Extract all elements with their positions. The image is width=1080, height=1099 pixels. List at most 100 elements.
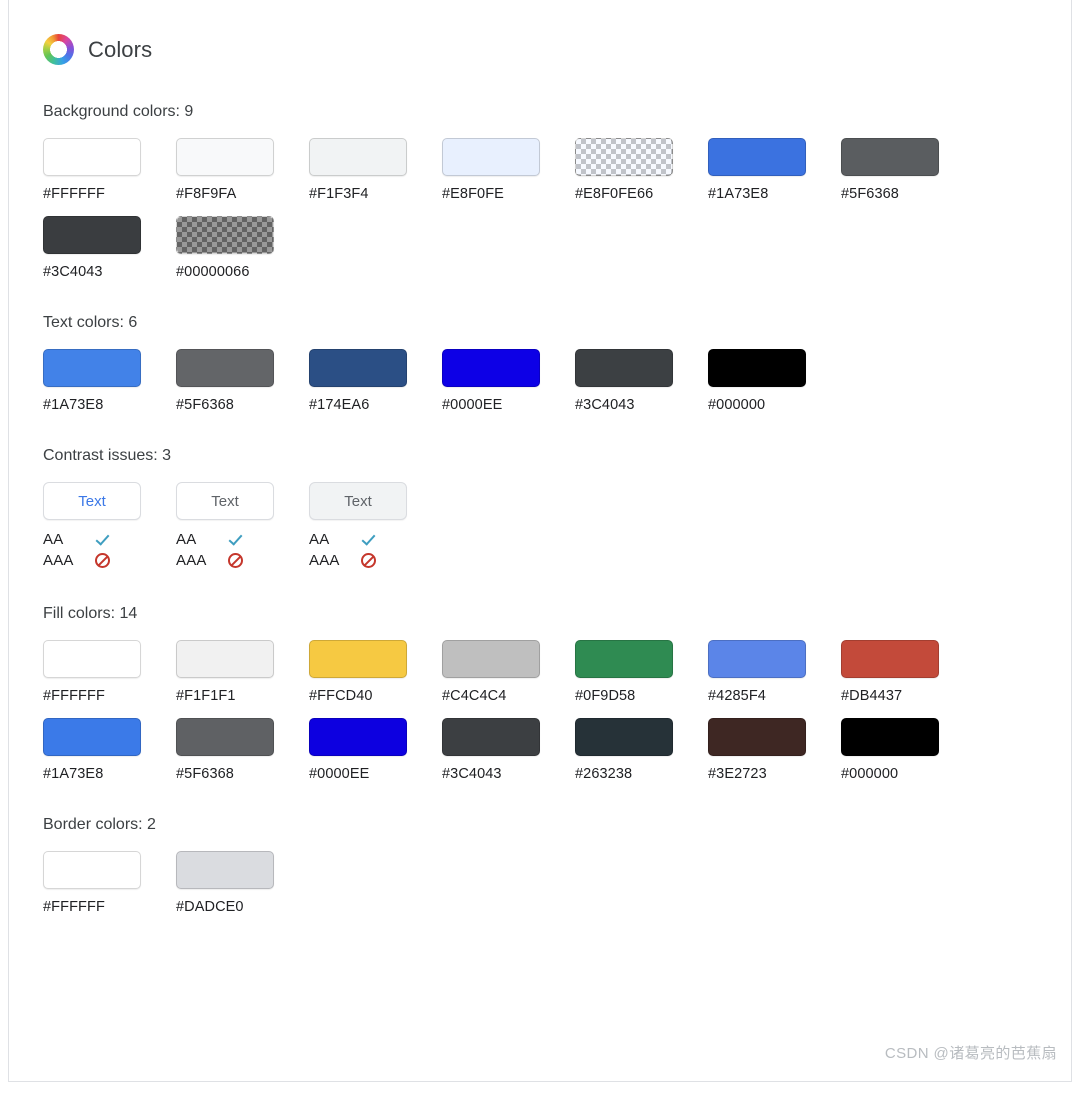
color-swatch[interactable] [708, 138, 806, 176]
swatch-cell: #1A73E8 [43, 718, 176, 782]
swatch-hex-label: #000000 [841, 766, 899, 782]
contrast-level-label: AAA [43, 552, 74, 569]
swatch-hex-label: #FFFFFF [43, 186, 105, 202]
swatch-hex-label: #E8F0FE [442, 186, 504, 202]
block-icon [228, 553, 243, 568]
swatch-cell: #F1F1F1 [176, 640, 309, 704]
color-swatch[interactable] [575, 138, 673, 176]
swatch-hex-label: #C4C4C4 [442, 688, 507, 704]
check-icon [361, 531, 378, 548]
section-title: Border colors: 2 [43, 816, 156, 833]
color-swatch[interactable] [309, 718, 407, 756]
color-swatch[interactable] [442, 349, 540, 387]
contrast-level-row: AA [43, 529, 176, 550]
swatch-hex-label: #3E2723 [708, 766, 767, 782]
swatch-hex-label: #0F9D58 [575, 688, 636, 704]
contrast-levels: AA AAA [309, 529, 442, 571]
color-swatch[interactable] [176, 718, 274, 756]
contrast-level-row: AA [309, 529, 442, 550]
swatch-grid-background: #FFFFFF #F8F9FA #F1F3F4 #E8F0FE #E8F0FE66 #1A… [43, 138, 993, 280]
color-swatch[interactable] [708, 349, 806, 387]
swatch-hex-label: #3C4043 [575, 397, 635, 413]
section-title: Text colors: 6 [43, 314, 138, 331]
swatch-cell: #0000EE [442, 349, 575, 413]
swatch-cell: #3E2723 [708, 718, 841, 782]
color-swatch[interactable] [442, 640, 540, 678]
color-swatch[interactable] [309, 640, 407, 678]
swatch-hex-label: #1A73E8 [708, 186, 769, 202]
swatch-hex-label: #DB4437 [841, 688, 903, 704]
swatch-cell: #FFCD40 [309, 640, 442, 704]
swatch-cell: #174EA6 [309, 349, 442, 413]
swatch-hex-label: #174EA6 [309, 397, 370, 413]
color-swatch[interactable] [708, 640, 806, 678]
swatch-hex-label: #3C4043 [43, 264, 103, 280]
section-contrast-issues: Contrast issues: 3 Text AA AAA Text AA AAA Tex… [43, 447, 1071, 571]
color-swatch[interactable] [43, 640, 141, 678]
color-swatch[interactable] [43, 851, 141, 889]
contrast-level-label: AA [176, 531, 197, 548]
swatch-hex-label: #FFFFFF [43, 899, 105, 915]
contrast-card[interactable]: Text AA AAA [176, 482, 309, 571]
panel-header: Colors [9, 0, 1071, 65]
swatch-hex-label: #0000EE [309, 766, 370, 782]
color-swatch[interactable] [575, 640, 673, 678]
color-swatch[interactable] [442, 718, 540, 756]
swatch-cell: #263238 [575, 718, 708, 782]
swatch-cell: #3C4043 [442, 718, 575, 782]
section-text-colors: Text colors: 6 #1A73E8 #5F6368 #174EA6 #000… [43, 314, 1071, 413]
contrast-level-label: AA [309, 531, 330, 548]
block-icon [95, 553, 110, 568]
color-swatch[interactable] [841, 640, 939, 678]
section-fill-colors: Fill colors: 14 #FFFFFF #F1F1F1 #FFCD40 #C4… [43, 605, 1071, 782]
color-swatch[interactable] [176, 216, 274, 254]
contrast-card[interactable]: Text AA AAA [43, 482, 176, 571]
swatch-cell: #FFFFFF [43, 851, 176, 915]
color-swatch[interactable] [442, 138, 540, 176]
color-swatch[interactable] [841, 718, 939, 756]
swatch-cell: #FFFFFF [43, 640, 176, 704]
swatch-hex-label: #FFCD40 [309, 688, 373, 704]
color-swatch[interactable] [309, 138, 407, 176]
color-swatch[interactable] [176, 138, 274, 176]
watermark: CSDN @诸葛亮的芭蕉扇 [884, 1045, 1057, 1062]
swatch-hex-label: #000000 [708, 397, 766, 413]
contrast-card[interactable]: Text AA AAA [309, 482, 442, 571]
color-swatch[interactable] [575, 718, 673, 756]
contrast-sample-chip: Text [43, 482, 141, 520]
check-icon [228, 531, 245, 548]
swatch-hex-label: #5F6368 [176, 766, 234, 782]
contrast-level-row: AA [176, 529, 309, 550]
contrast-level-label: AAA [176, 552, 207, 569]
swatch-cell: #E8F0FE [442, 138, 575, 202]
color-swatch[interactable] [176, 851, 274, 889]
color-swatch[interactable] [575, 349, 673, 387]
color-swatch[interactable] [43, 718, 141, 756]
swatch-cell: #000000 [841, 718, 974, 782]
color-swatch[interactable] [309, 349, 407, 387]
color-swatch[interactable] [43, 349, 141, 387]
swatch-cell: #00000066 [176, 216, 309, 280]
swatch-cell: #000000 [708, 349, 841, 413]
swatch-cell: #1A73E8 [708, 138, 841, 202]
section-background-colors: Background colors: 9 #FFFFFF #F8F9FA #F1F3… [43, 103, 1071, 280]
css-overview-panel: Colors Background colors: 9 #FFFFFF #F8F9… [8, 0, 1072, 1082]
swatch-grid-text: #1A73E8 #5F6368 #174EA6 #0000EE #3C4043 #0000… [43, 349, 993, 413]
swatch-hex-label: #F1F3F4 [309, 186, 369, 202]
swatch-cell: #FFFFFF [43, 138, 176, 202]
color-swatch[interactable] [841, 138, 939, 176]
page-title: Colors [88, 36, 153, 62]
contrast-levels: AA AAA [43, 529, 176, 571]
color-swatch[interactable] [43, 216, 141, 254]
contrast-grid: Text AA AAA Text AA AAA Text AA AAA [43, 482, 1071, 571]
swatch-cell: #5F6368 [176, 349, 309, 413]
color-swatch[interactable] [176, 640, 274, 678]
swatch-cell: #1A73E8 [43, 349, 176, 413]
section-title: Background colors: 9 [43, 103, 194, 120]
section-border-colors: Border colors: 2 #FFFFFF #DADCE0 [43, 816, 1071, 915]
swatch-hex-label: #3C4043 [442, 766, 502, 782]
swatch-hex-label: #1A73E8 [43, 397, 104, 413]
color-swatch[interactable] [43, 138, 141, 176]
color-swatch[interactable] [176, 349, 274, 387]
color-swatch[interactable] [708, 718, 806, 756]
